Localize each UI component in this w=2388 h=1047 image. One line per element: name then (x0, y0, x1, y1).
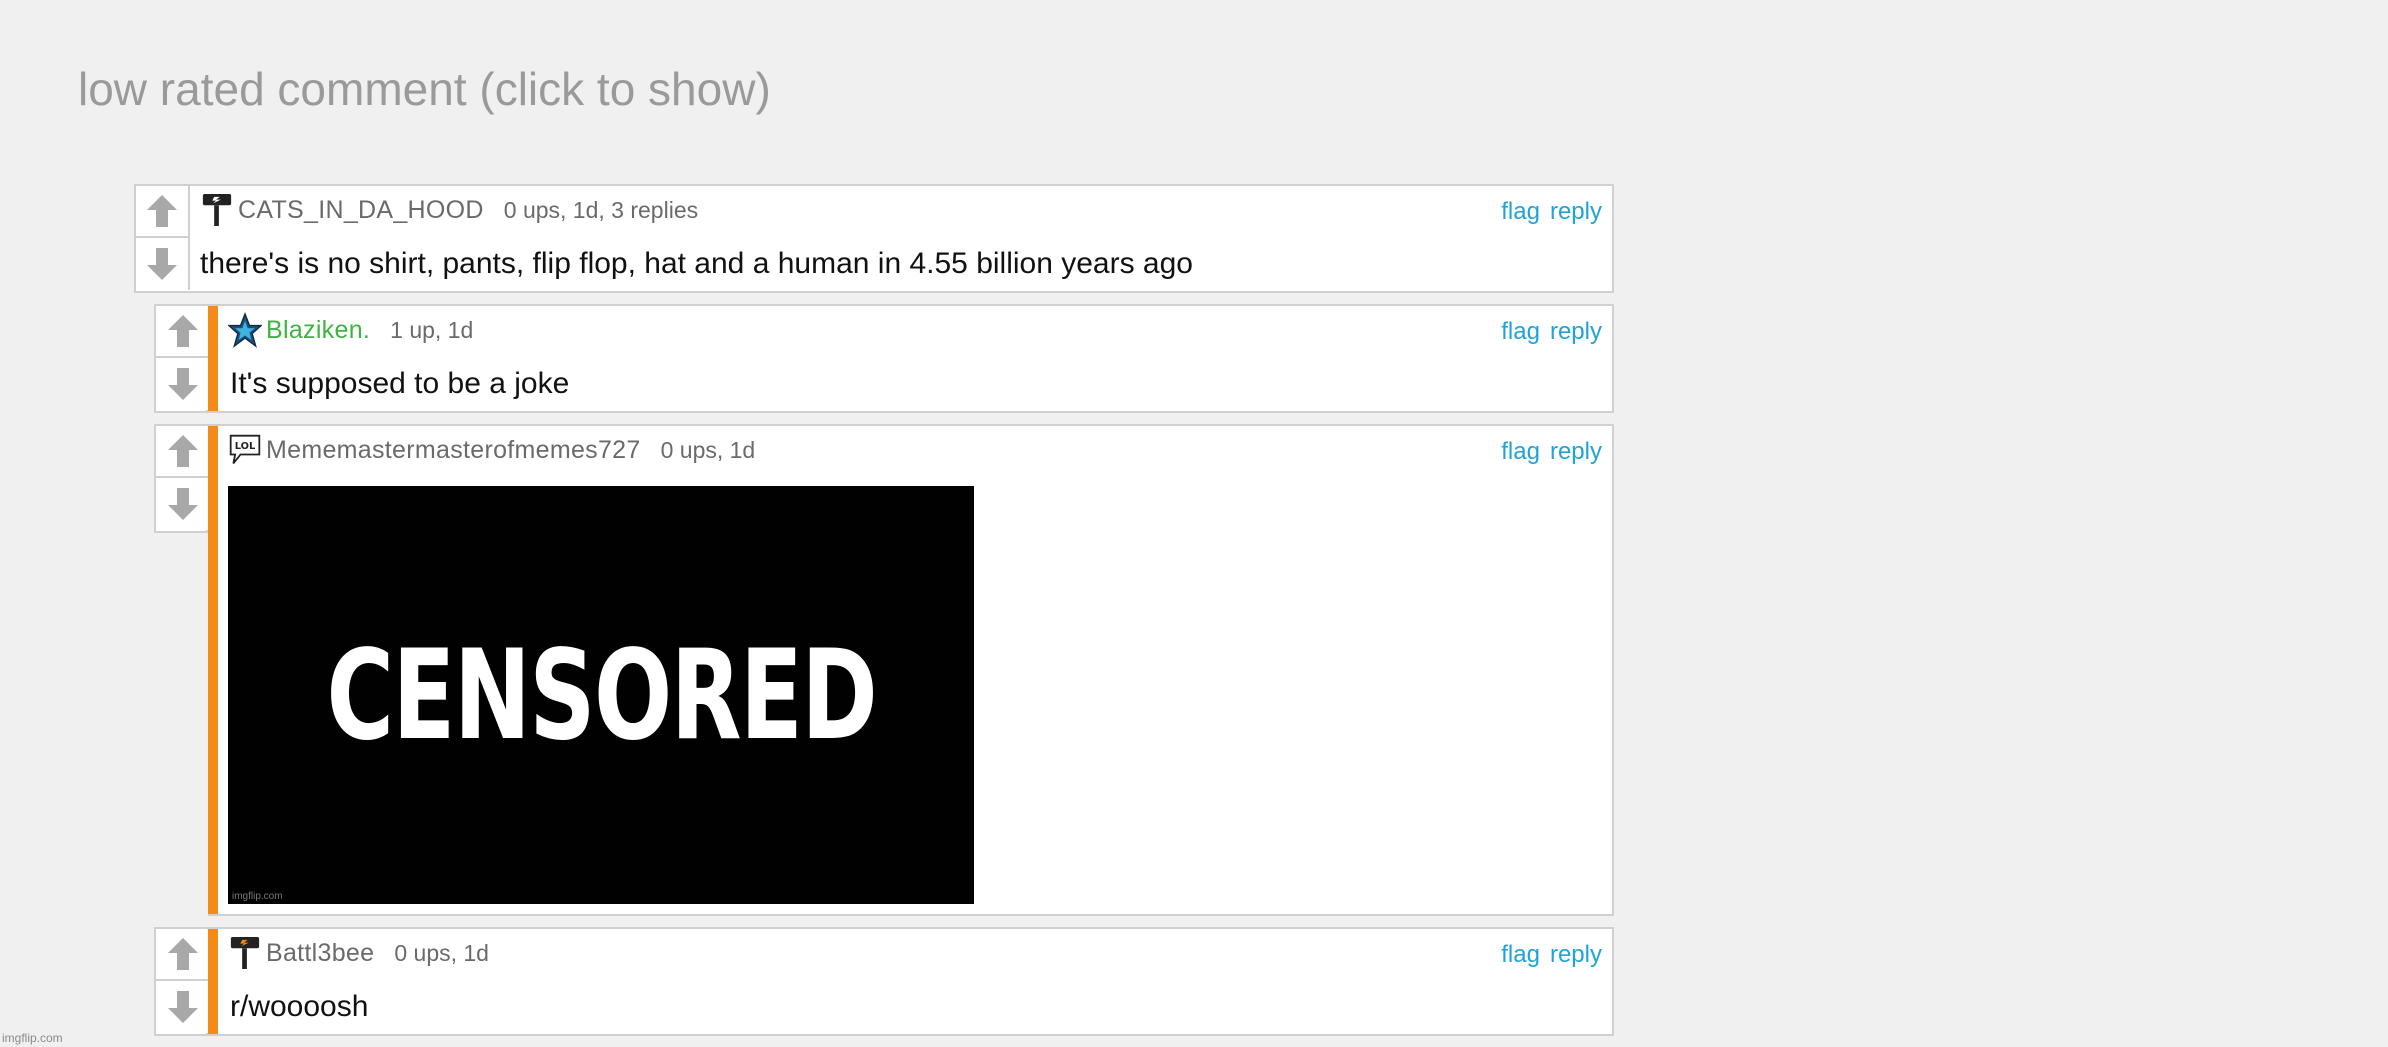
comment-username[interactable]: CATS_IN_DA_HOOD (238, 196, 484, 225)
upvote-button[interactable] (136, 186, 190, 238)
downvote-arrow-icon (168, 991, 198, 1023)
comment-mememaster: LOL Mememastermasterofmemes727 0 ups, 1d… (208, 424, 1614, 916)
star-icon (228, 311, 262, 349)
comment-blaziken: Blaziken. 1 up, 1d flag reply It's suppo… (208, 304, 1614, 413)
upvote-arrow-icon (168, 435, 198, 467)
low-rated-comment-toggle[interactable]: low rated comment (click to show) (78, 62, 771, 117)
vote-column (136, 186, 190, 290)
upvote-arrow-icon (147, 195, 177, 227)
comment-header: Blaziken. 1 up, 1d (228, 310, 473, 350)
comment-image[interactable]: CENSORED imgflip.com (228, 486, 974, 904)
hammer-flag-icon (228, 934, 262, 972)
comment-username[interactable]: Battl3bee (266, 939, 374, 968)
comment-username[interactable]: Blaziken. (266, 316, 370, 345)
comment-meta: 1 up, 1d (390, 316, 474, 343)
svg-text:LOL: LOL (235, 441, 256, 452)
upvote-arrow-icon (168, 315, 198, 347)
censored-text: CENSORED (326, 622, 877, 768)
flag-link[interactable]: flag (1501, 318, 1540, 346)
comment-actions: flag reply (1501, 941, 1602, 969)
comment-text: r/woooosh (230, 990, 369, 1023)
upvote-button[interactable] (156, 306, 210, 358)
vote-column (154, 927, 210, 1036)
comment-text: there's is no shirt, pants, flip flop, h… (200, 247, 1193, 280)
reply-link[interactable]: reply (1550, 941, 1602, 969)
comment-meta: 0 ups, 1d (394, 939, 489, 966)
flag-link[interactable]: flag (1501, 198, 1540, 226)
downvote-arrow-icon (168, 368, 198, 400)
reply-indicator-bar (208, 306, 218, 411)
reply-link[interactable]: reply (1550, 318, 1602, 346)
downvote-button[interactable] (156, 981, 210, 1033)
reply-indicator-bar (208, 426, 218, 914)
flag-link[interactable]: flag (1501, 438, 1540, 466)
reply-link[interactable]: reply (1550, 438, 1602, 466)
downvote-button[interactable] (136, 238, 190, 290)
comment-battl3bee: Battl3bee 0 ups, 1d flag reply r/woooosh (208, 927, 1614, 1036)
comment-header: LOL Mememastermasterofmemes727 0 ups, 1d (228, 430, 755, 470)
lol-speech-bubble-icon: LOL (228, 431, 262, 469)
downvote-button[interactable] (156, 478, 210, 530)
comment-meta: 0 ups, 1d (660, 436, 756, 463)
comment-actions: flag reply (1501, 198, 1602, 226)
comment-header: CATS_IN_DA_HOOD 0 ups, 1d, 3 replies (200, 190, 698, 230)
hammer-flag-icon (200, 191, 234, 229)
upvote-button[interactable] (156, 929, 210, 981)
upvote-button[interactable] (156, 426, 210, 478)
reply-link[interactable]: reply (1550, 198, 1602, 226)
downvote-arrow-icon (147, 248, 177, 280)
flag-link[interactable]: flag (1501, 941, 1540, 969)
image-watermark: imgflip.com (232, 891, 283, 902)
site-watermark: imgflip.com (2, 1031, 63, 1045)
comment-actions: flag reply (1501, 318, 1602, 346)
downvote-arrow-icon (168, 488, 198, 520)
vote-column (154, 424, 210, 533)
comment-username[interactable]: Mememastermasterofmemes727 (266, 436, 641, 465)
comment-text: It's supposed to be a joke (230, 367, 570, 400)
comment-actions: flag reply (1501, 438, 1602, 466)
comments-page: low rated comment (click to show) CATS_I… (0, 0, 2388, 1047)
comment-header: Battl3bee 0 ups, 1d (228, 933, 489, 973)
comment-meta: 0 ups, 1d, 3 replies (503, 196, 699, 223)
downvote-button[interactable] (156, 358, 210, 410)
vote-column (154, 304, 210, 413)
reply-indicator-bar (208, 929, 218, 1034)
upvote-arrow-icon (168, 938, 198, 970)
comment-cats-in-da-hood: CATS_IN_DA_HOOD 0 ups, 1d, 3 replies fla… (134, 184, 1614, 293)
